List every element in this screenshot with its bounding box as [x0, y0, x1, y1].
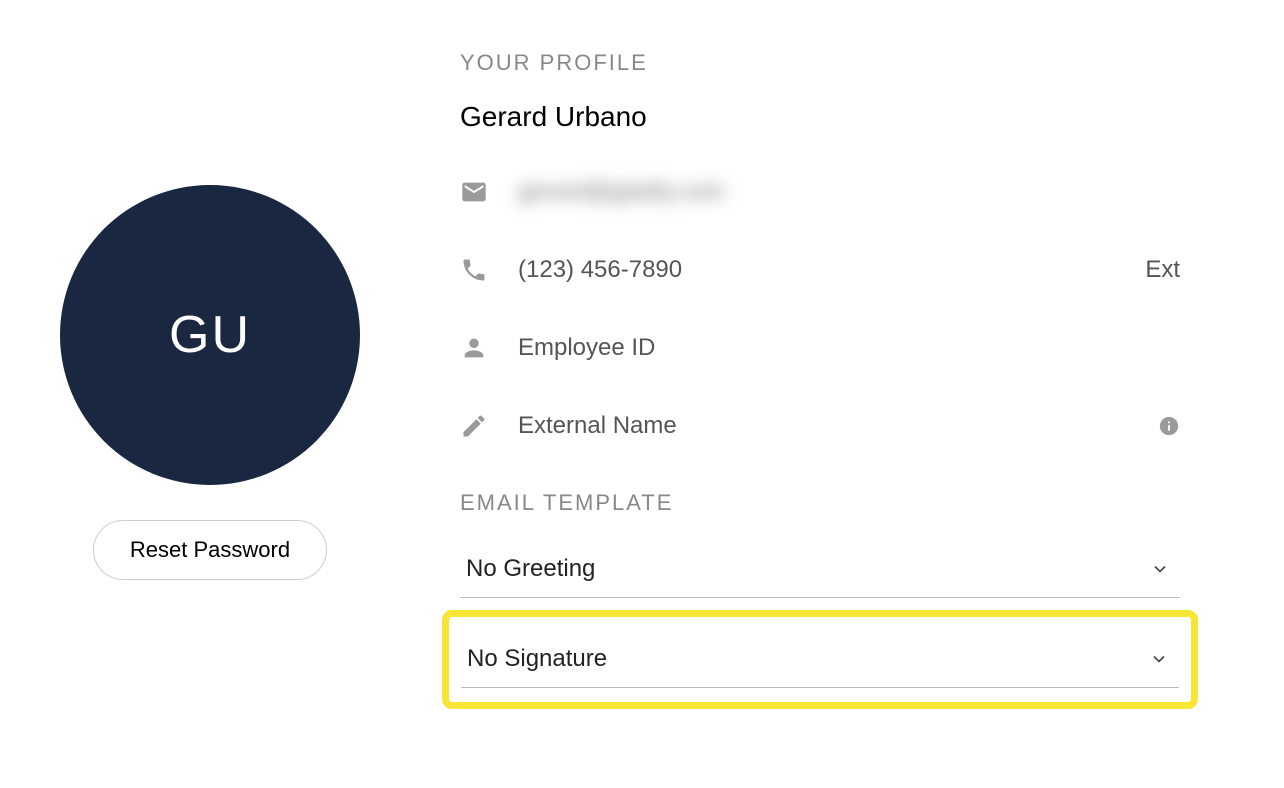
avatar: GU [60, 185, 360, 485]
external-name-field-row: External Name [460, 412, 1180, 440]
info-icon[interactable] [1158, 415, 1180, 437]
person-icon [460, 334, 488, 362]
chevron-down-icon [1149, 649, 1169, 669]
phone-icon [460, 256, 488, 284]
signature-select[interactable]: No Signature [461, 631, 1179, 688]
phone-field-row: (123) 456-7890 Ext [460, 256, 1180, 284]
employee-id-label: Employee ID [518, 334, 1180, 362]
email-value: gerard@gladly.com [518, 178, 1180, 206]
edit-icon [460, 412, 488, 440]
employee-id-field-row: Employee ID [460, 334, 1180, 362]
profile-sidebar: GU Reset Password [60, 50, 360, 709]
profile-section-header: YOUR PROFILE [460, 50, 1180, 76]
external-name-label: External Name [518, 412, 1128, 440]
mail-icon [460, 178, 488, 206]
phone-ext-label: Ext [1145, 256, 1180, 284]
avatar-initials: GU [169, 305, 251, 365]
email-template-header: EMAIL TEMPLATE [460, 490, 1180, 516]
signature-highlight: No Signature [442, 610, 1198, 709]
signature-select-label: No Signature [467, 645, 607, 673]
reset-password-button[interactable]: Reset Password [93, 520, 327, 580]
chevron-down-icon [1150, 559, 1170, 579]
greeting-select-label: No Greeting [466, 555, 595, 583]
email-template-section: EMAIL TEMPLATE No Greeting No Signature [460, 490, 1180, 709]
email-field-row: gerard@gladly.com [460, 178, 1180, 206]
profile-name: Gerard Urbano [460, 101, 1180, 133]
profile-main: YOUR PROFILE Gerard Urbano gerard@gladly… [460, 50, 1180, 709]
greeting-select[interactable]: No Greeting [460, 541, 1180, 598]
phone-value: (123) 456-7890 [518, 256, 1115, 284]
